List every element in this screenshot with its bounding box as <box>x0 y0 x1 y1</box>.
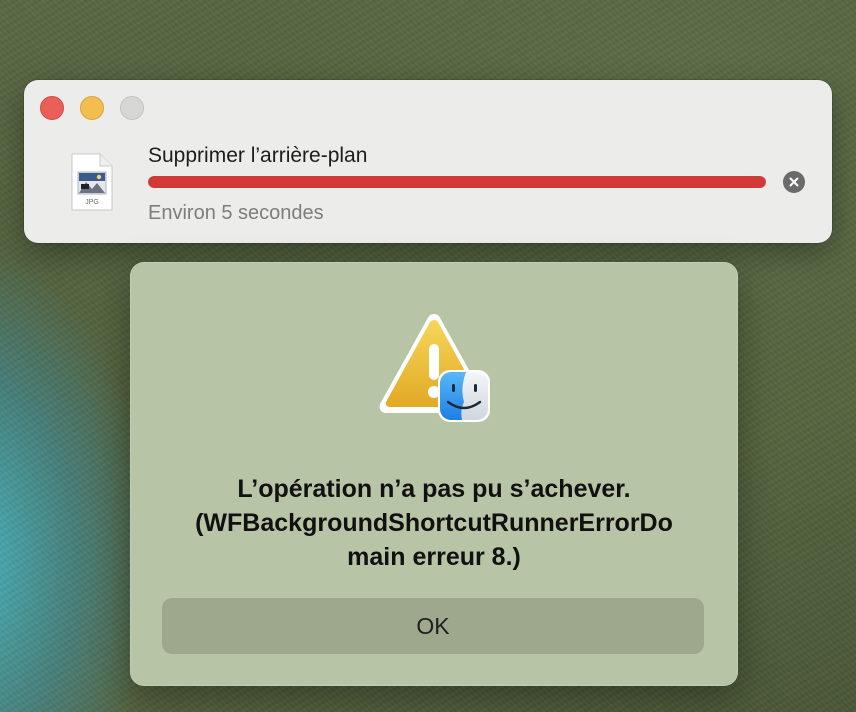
cancel-x-icon <box>789 177 799 187</box>
finder-icon <box>438 370 490 422</box>
cancel-task-button[interactable] <box>783 171 805 193</box>
file-type-label: JPG <box>85 199 99 206</box>
zoom-window-button <box>120 96 144 120</box>
alert-message-line-3: main erreur 8.) <box>347 543 521 571</box>
task-title: Supprimer l’arrière-plan <box>148 144 368 167</box>
progress-bar-fill <box>148 176 766 188</box>
close-window-button[interactable] <box>40 96 64 120</box>
task-status: Environ 5 secondes <box>148 202 324 224</box>
error-alert-dialog: L’opération n’a pas pu s’achever. (WFBac… <box>130 262 738 686</box>
minimize-window-button[interactable] <box>80 96 104 120</box>
ok-button[interactable]: OK <box>162 598 704 654</box>
progress-window: JPG Supprimer l’arrière-plan Environ 5 s… <box>24 80 832 243</box>
alert-icon-group <box>374 312 494 428</box>
alert-message-line-1: L’opération n’a pas pu s’achever. <box>237 475 631 503</box>
jpg-file-icon: JPG <box>70 152 114 212</box>
progress-bar <box>148 176 766 188</box>
alert-message-line-2: (WFBackgroundShortcutRunnerErrorDo <box>195 509 673 537</box>
alert-message: L’opération n’a pas pu s’achever. (WFBac… <box>170 472 698 574</box>
